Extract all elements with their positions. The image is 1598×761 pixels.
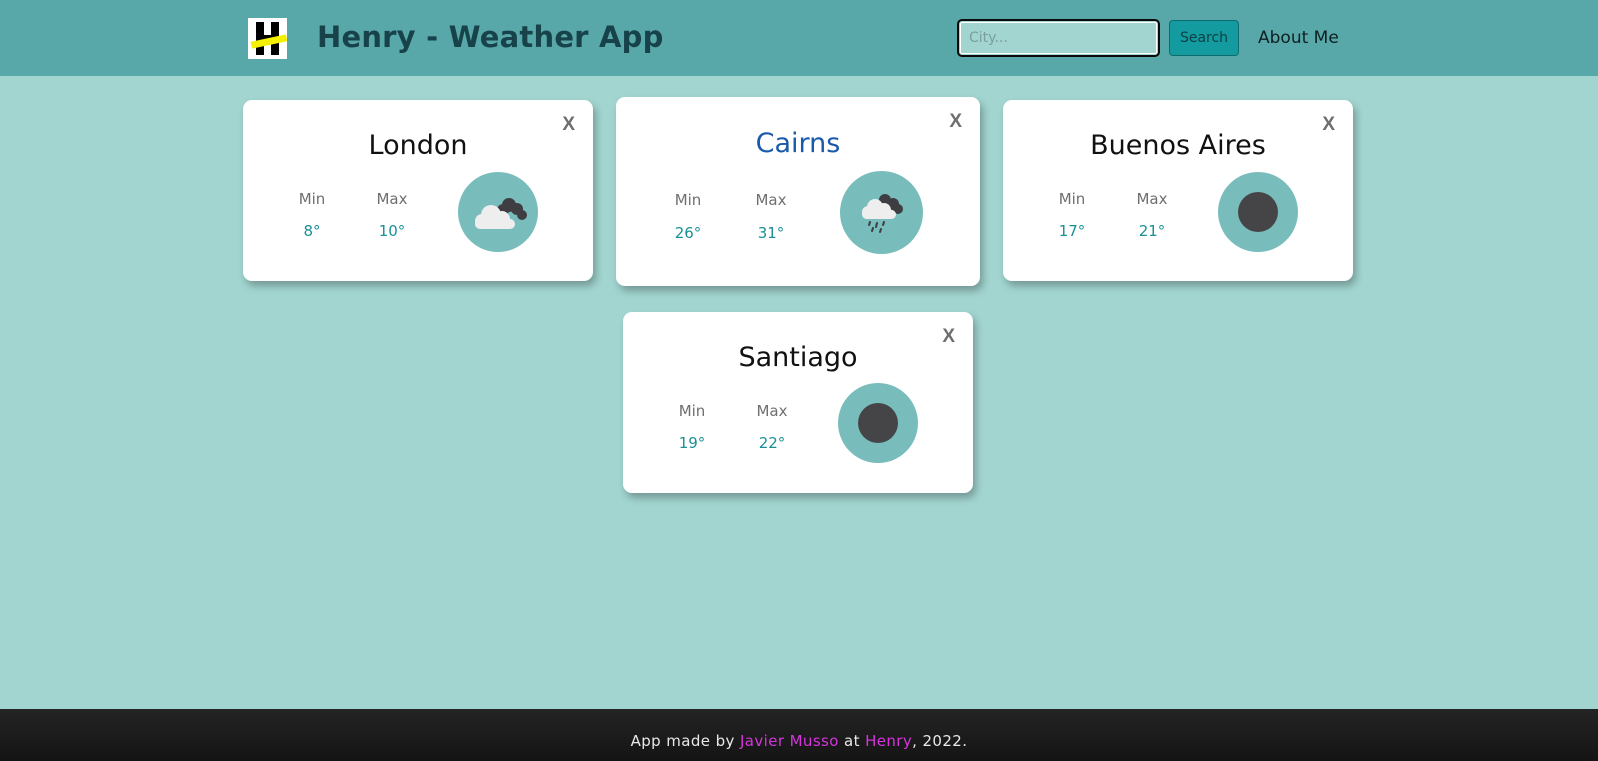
min-temp: 19°	[678, 434, 706, 452]
dark-circle-icon	[838, 383, 918, 463]
min-label: Min	[298, 190, 326, 208]
min-temp: 8°	[303, 222, 321, 240]
max-label: Max	[755, 191, 787, 209]
city-card: X London Min Max 8° 10°	[243, 100, 593, 281]
rain-icon	[840, 171, 923, 254]
author-link[interactable]: Javier Musso	[740, 732, 839, 750]
footer-prefix: App made by	[630, 732, 735, 750]
max-label: Max	[1136, 190, 1168, 208]
cloudy-icon	[458, 172, 538, 252]
search-button[interactable]: Search	[1169, 20, 1239, 56]
max-temp: 21°	[1138, 222, 1166, 240]
city-name[interactable]: Cairns	[616, 128, 980, 159]
max-label: Max	[376, 190, 408, 208]
max-temp: 22°	[758, 434, 786, 452]
navbar: Henry - Weather App Search About Me	[0, 0, 1598, 76]
min-label: Min	[674, 191, 702, 209]
footer-suffix: , 2022.	[912, 732, 968, 750]
henry-link[interactable]: Henry	[865, 732, 912, 750]
min-temp: 26°	[674, 224, 702, 242]
max-temp: 10°	[378, 222, 406, 240]
footer: App made by Javier Musso at Henry, 2022.	[0, 709, 1598, 761]
city-name[interactable]: Santiago	[623, 342, 973, 373]
min-label: Min	[1058, 190, 1086, 208]
footer-middle: at	[844, 732, 860, 750]
henry-logo[interactable]	[248, 18, 287, 59]
city-name[interactable]: London	[243, 130, 593, 161]
about-me-link[interactable]: About Me	[1258, 28, 1339, 48]
dark-circle-icon	[1218, 172, 1298, 252]
min-temp: 17°	[1058, 222, 1086, 240]
max-label: Max	[756, 402, 788, 420]
app-title: Henry - Weather App	[317, 20, 664, 54]
city-name[interactable]: Buenos Aires	[1003, 130, 1353, 161]
city-search-input[interactable]	[957, 19, 1160, 57]
city-card: X Cairns Min Max 26° 31°	[616, 97, 980, 286]
max-temp: 31°	[757, 224, 785, 242]
min-label: Min	[678, 402, 706, 420]
city-card: X Santiago Min Max 19° 22°	[623, 312, 973, 493]
city-card: X Buenos Aires Min Max 17° 21°	[1003, 100, 1353, 281]
